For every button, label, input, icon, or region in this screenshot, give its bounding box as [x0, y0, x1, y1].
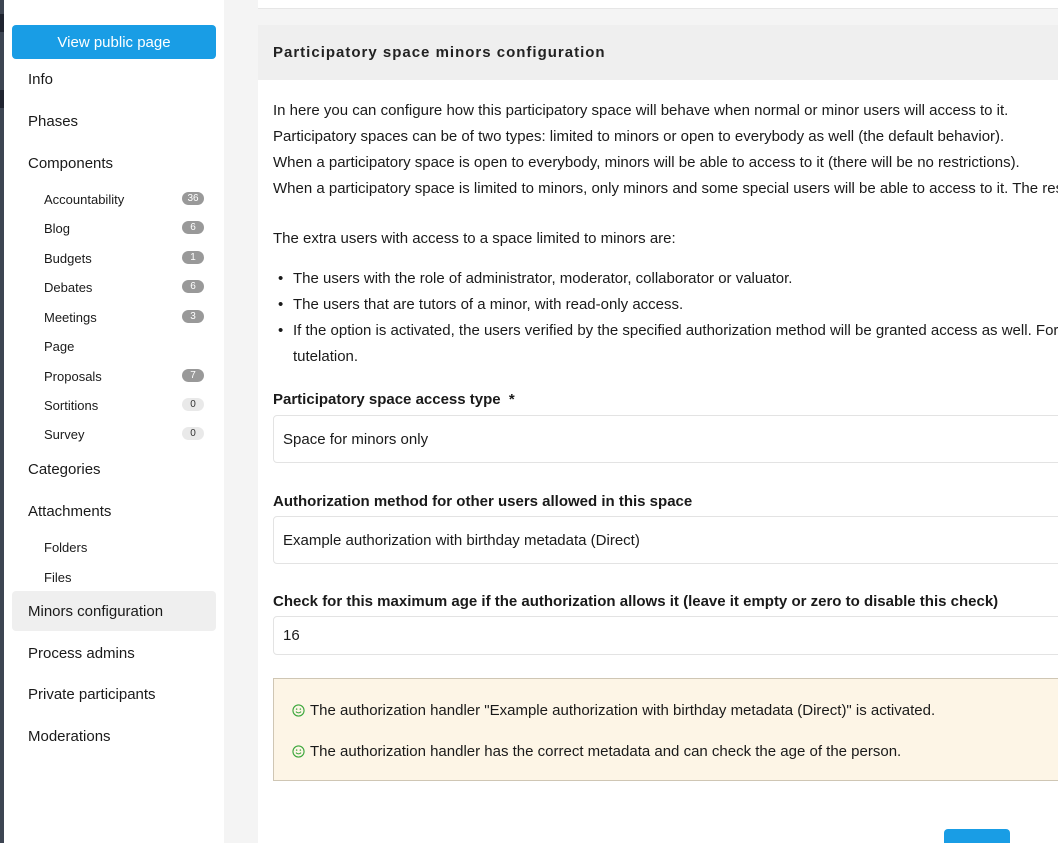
sidebar-subitem-meetings[interactable]: Meetings 3	[44, 304, 204, 330]
page-title: Participatory space minors configuration	[273, 44, 606, 61]
sidebar-item-components[interactable]: Components	[12, 143, 216, 183]
sidebar-subitem-label: Debates	[44, 279, 93, 295]
card-header: Participatory space minors configuration	[258, 25, 1058, 80]
count-badge: 7	[182, 369, 204, 382]
auth-method-select[interactable]: Example authorization with birthday meta…	[273, 516, 1058, 564]
count-badge: 3	[182, 310, 204, 323]
sidebar-item-minors-configuration[interactable]: Minors configuration	[12, 591, 216, 631]
sidebar-subitem-label: Files	[44, 569, 72, 585]
sidebar-subitem-label: Meetings	[44, 309, 97, 325]
sidebar-item-attachments[interactable]: Attachments	[12, 491, 216, 531]
sidebar-subitem-proposals[interactable]: Proposals 7	[44, 363, 204, 389]
sidebar-item-phases[interactable]: Phases	[12, 101, 216, 141]
auth-method-label: Authorization method for other users all…	[273, 493, 693, 510]
sidebar-subitem-label: Proposals	[44, 368, 102, 384]
sidebar-subitem-label: Survey	[44, 426, 85, 442]
extra-users-list: The users with the role of administrator…	[273, 266, 1058, 370]
callout-text: The authorization handler has the correc…	[310, 743, 902, 760]
sidebar-subitem-files[interactable]: Files	[44, 564, 204, 590]
callout-line: The authorization handler has the correc…	[292, 743, 901, 760]
sidebar-subitem-label: Accountability	[44, 191, 125, 207]
sidebar-item-categories[interactable]: Categories	[12, 449, 216, 489]
sidebar-subitem-page[interactable]: Page	[44, 333, 204, 359]
authorization-callout: The authorization handler "Example autho…	[273, 678, 1058, 781]
sidebar-item-moderations[interactable]: Moderations	[12, 716, 216, 756]
view-public-page-button[interactable]: View public page	[12, 25, 216, 59]
intro-line: Participatory spaces can be of two types…	[273, 128, 1005, 145]
submit-button[interactable]	[944, 829, 1010, 843]
list-item: The users that are tutors of a minor, wi…	[273, 292, 1058, 318]
intro-line: In here you can configure how this parti…	[273, 102, 1009, 119]
access-type-select[interactable]: Space for minors only	[273, 415, 1058, 463]
sidebar-subitem-survey[interactable]: Survey 0	[44, 421, 204, 447]
sidebar-subitem-folders[interactable]: Folders	[44, 534, 204, 560]
sidebar-subitem-label: Sortitions	[44, 397, 99, 413]
sidebar-subitem-blog[interactable]: Blog 6	[44, 215, 204, 241]
extra-users-intro: The extra users with access to a space l…	[273, 230, 676, 247]
sidebar: View public page Info Phases Components …	[4, 0, 224, 843]
access-type-label-text: Participatory space access type	[273, 391, 501, 408]
intro-text: In here you can configure how this parti…	[273, 98, 1058, 202]
sidebar-subitem-label: Budgets	[44, 250, 92, 266]
minors-config-card: Participatory space minors configuration…	[258, 25, 1058, 843]
smile-icon	[292, 745, 305, 758]
sidebar-subitem-label: Blog	[44, 220, 71, 236]
callout-line: The authorization handler "Example autho…	[292, 702, 935, 719]
sidebar-subitem-label: Page	[44, 338, 75, 354]
list-item: If the option is activated, the users ve…	[273, 318, 1058, 344]
sidebar-subitem-debates[interactable]: Debates 6	[44, 274, 204, 300]
top-bar	[224, 0, 1058, 9]
list-item-continuation: tutelation.	[293, 348, 359, 365]
max-age-label: Check for this maximum age if the author…	[273, 593, 999, 610]
sidebar-item-private-participants[interactable]: Private participants	[12, 674, 216, 714]
list-item: The users with the role of administrator…	[273, 266, 1058, 292]
count-badge: 0	[182, 398, 204, 411]
access-type-label: Participatory space access type *	[273, 391, 515, 408]
intro-line: When a participatory space is limited to…	[273, 180, 1058, 197]
max-age-input[interactable]: 16	[273, 616, 1058, 655]
count-badge: 36	[182, 192, 204, 205]
sidebar-item-info[interactable]: Info	[12, 59, 216, 99]
intro-line: When a participatory space is open to ev…	[273, 154, 1020, 171]
content-gutter	[224, 0, 258, 843]
sidebar-subitem-budgets[interactable]: Budgets 1	[44, 245, 204, 271]
count-badge: 6	[182, 280, 204, 293]
callout-text: The authorization handler "Example autho…	[310, 702, 936, 719]
sidebar-subitem-sortitions[interactable]: Sortitions 0	[44, 392, 204, 418]
required-mark: *	[508, 391, 515, 408]
sidebar-item-process-admins[interactable]: Process admins	[12, 633, 216, 673]
count-badge: 0	[182, 427, 204, 440]
sidebar-subitem-accountability[interactable]: Accountability 36	[44, 186, 204, 212]
count-badge: 1	[182, 251, 204, 264]
sidebar-subitem-label: Folders	[44, 539, 88, 555]
smile-icon	[292, 704, 305, 717]
count-badge: 6	[182, 221, 204, 234]
